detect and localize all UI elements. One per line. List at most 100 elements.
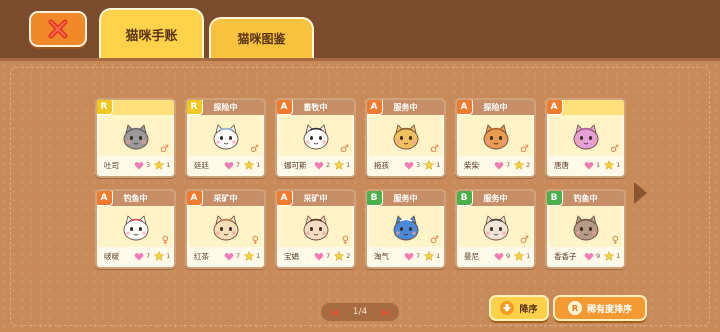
heart-count: 2 — [326, 161, 331, 169]
cat-portrait — [123, 124, 148, 150]
next-page-icon[interactable]: ▶| — [382, 308, 391, 317]
star-icon — [603, 250, 615, 261]
heart-count: 7 — [146, 252, 151, 260]
tab-cat-encyclopedia[interactable]: 猫咪图鉴 — [209, 17, 314, 58]
cat-card[interactable]: 探险中 A ♂ 柴柴 7 2 — [455, 98, 536, 178]
star-count: 1 — [256, 161, 261, 169]
cat-card[interactable]: 服务中 B ♂ 淘气 7 1 — [365, 189, 446, 269]
cat-name: 娜可斯 — [284, 160, 307, 170]
cat-grade-badge: A — [97, 191, 113, 206]
cat-name: 淘气 — [374, 251, 389, 261]
star-icon — [513, 250, 525, 261]
cat-grade-badge: B — [367, 191, 383, 206]
cat-card[interactable]: 畜牧中 A ♂ 娜可斯 2 1 — [275, 98, 356, 178]
rarity-sort-label: 稀有度排序 — [586, 304, 632, 315]
cat-portrait — [213, 124, 238, 150]
heart-icon — [494, 252, 504, 261]
pager: |◀ 1/4 ▶| — [321, 303, 399, 321]
heart-icon — [134, 161, 144, 170]
cat-card[interactable]: 采矿中 A ♀ 宝娟 7 2 — [275, 189, 356, 269]
star-icon — [513, 159, 525, 170]
heart-count: 7 — [506, 161, 511, 169]
cat-portrait — [303, 215, 328, 241]
heart-count: 1 — [596, 161, 601, 169]
heart-count: 3 — [146, 161, 151, 169]
star-count: 1 — [436, 252, 441, 260]
cat-footer: 吐司 3 1 — [97, 154, 174, 176]
star-count: 1 — [526, 252, 531, 260]
heart-count: 7 — [236, 252, 241, 260]
cat-grade-badge: A — [277, 191, 293, 206]
star-count: 2 — [526, 161, 531, 169]
heart-count: 9 — [596, 252, 601, 260]
star-count: 2 — [346, 252, 351, 260]
cat-footer: 淘气 7 1 — [367, 245, 444, 267]
cat-card[interactable]: 采矿中 A ♀ 红茶 7 1 — [185, 189, 266, 269]
next-page-arrow-icon[interactable] — [631, 180, 649, 206]
heart-icon — [134, 252, 144, 261]
cat-card[interactable]: A ♂ 唐唐 1 1 — [545, 98, 626, 178]
cat-portrait — [393, 124, 418, 150]
star-count: 1 — [166, 161, 171, 169]
heart-icon — [584, 252, 594, 261]
star-count: 1 — [166, 252, 171, 260]
cat-footer: 廷廷 7 1 — [187, 154, 264, 176]
cat-portrait — [123, 215, 148, 241]
sort-descending-button[interactable]: 降序 — [489, 295, 549, 321]
star-icon — [423, 250, 435, 261]
cat-name: 廷廷 — [194, 160, 209, 170]
cat-name: 吐司 — [104, 160, 119, 170]
cat-grade-badge: A — [187, 191, 203, 206]
close-icon — [48, 19, 68, 39]
cat-grade-badge: B — [457, 191, 473, 206]
cat-portrait — [573, 124, 598, 150]
cat-footer: 宝娟 7 2 — [277, 245, 354, 267]
cat-card[interactable]: 探险中 R ♂ 廷廷 7 1 — [185, 98, 266, 178]
cat-name: 拖孩 — [374, 160, 389, 170]
rarity-icon: R — [567, 301, 582, 315]
cat-footer: 拖孩 3 1 — [367, 154, 444, 176]
cat-footer: 啵啵 7 1 — [97, 245, 174, 267]
cat-footer: 红茶 7 1 — [187, 245, 264, 267]
cat-grade-badge: A — [547, 100, 563, 115]
close-button[interactable] — [29, 11, 87, 47]
star-icon — [423, 159, 435, 170]
star-icon — [243, 250, 255, 261]
star-count: 1 — [616, 161, 621, 169]
cat-card[interactable]: 服务中 A ♂ 拖孩 3 1 — [365, 98, 446, 178]
cat-portrait — [393, 215, 418, 241]
cat-portrait — [573, 215, 598, 241]
heart-count: 7 — [416, 252, 421, 260]
cat-grade-badge: R — [97, 100, 113, 115]
cat-name: 红茶 — [194, 251, 209, 261]
star-icon — [153, 250, 165, 261]
sort-label: 降序 — [519, 304, 538, 315]
cat-card[interactable]: 钓鱼中 B ♀ 香香子 9 1 — [545, 189, 626, 269]
cat-portrait — [213, 215, 238, 241]
heart-icon — [494, 161, 504, 170]
cat-grade-badge: R — [187, 100, 203, 115]
heart-count: 7 — [236, 161, 241, 169]
cat-grade-badge: A — [277, 100, 293, 115]
heart-count: 9 — [506, 252, 511, 260]
cat-grade-badge: B — [547, 191, 563, 206]
star-icon — [333, 250, 345, 261]
cat-name: 香香子 — [554, 251, 577, 261]
page-indicator: 1/4 — [352, 307, 368, 317]
cat-card[interactable]: 服务中 B ♂ 曼尼 9 1 — [455, 189, 536, 269]
cat-footer: 唐唐 1 1 — [547, 154, 624, 176]
star-count: 1 — [346, 161, 351, 169]
cat-name: 啵啵 — [104, 251, 119, 261]
prev-page-icon[interactable]: |◀ — [329, 308, 338, 317]
heart-icon — [314, 161, 324, 170]
rarity-sort-button[interactable]: R 稀有度排序 — [553, 295, 647, 321]
cat-footer: 曼尼 9 1 — [457, 245, 534, 267]
tab-cat-journal[interactable]: 猫咪手账 — [99, 8, 204, 58]
cat-portrait — [303, 124, 328, 150]
star-icon — [333, 159, 345, 170]
star-icon — [603, 159, 615, 170]
cat-grade-badge: A — [457, 100, 473, 115]
cat-footer: 娜可斯 2 1 — [277, 154, 354, 176]
cat-card[interactable]: 钓鱼中 A ♀ 啵啵 7 1 — [95, 189, 176, 269]
cat-card[interactable]: R ♂ 吐司 3 1 — [95, 98, 176, 178]
